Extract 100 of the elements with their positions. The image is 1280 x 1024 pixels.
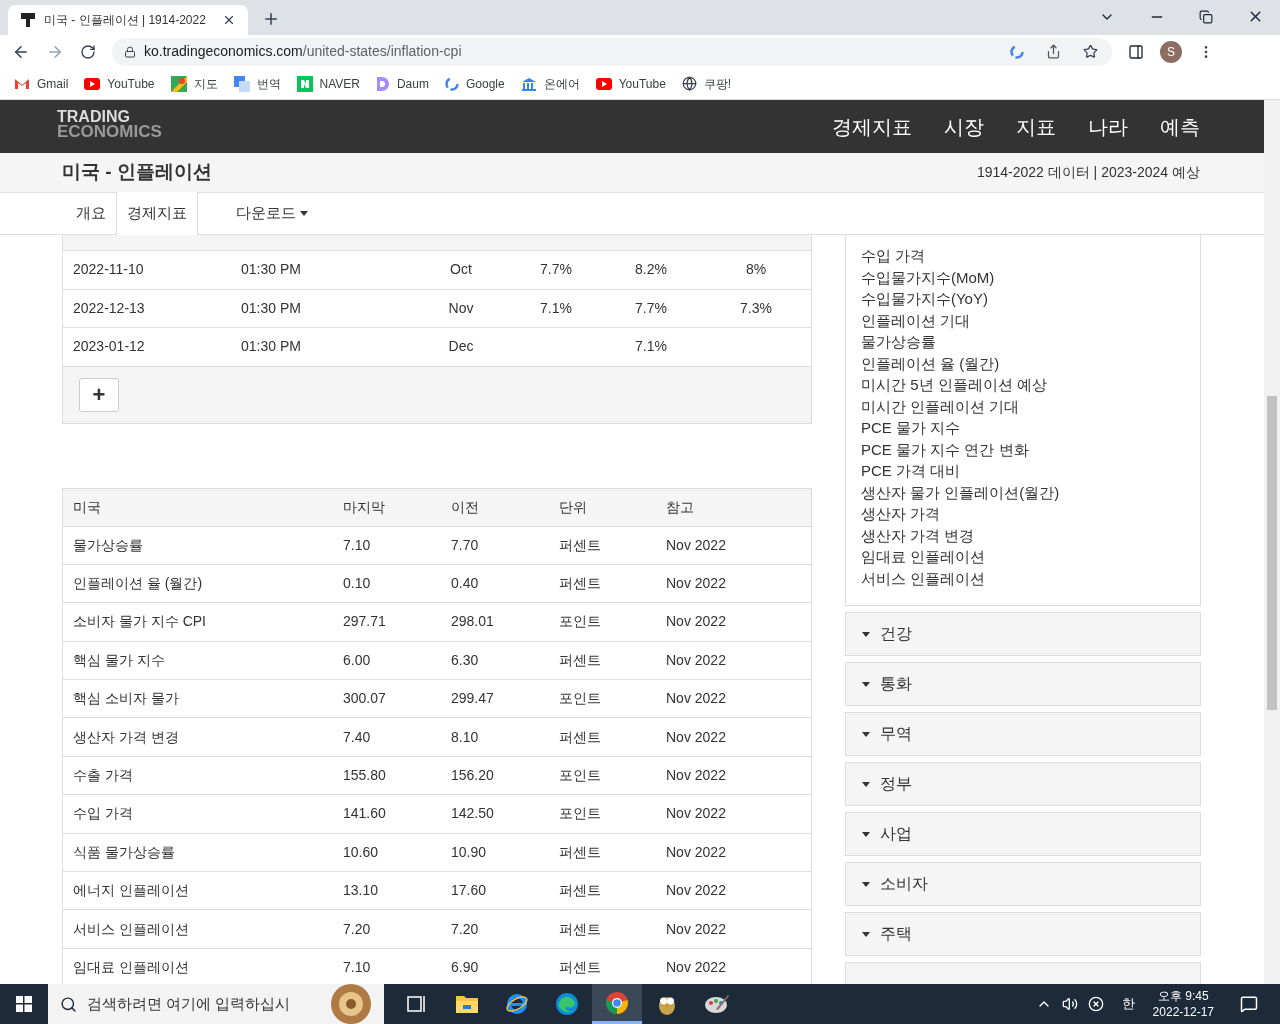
nav-link[interactable]: 시장 — [944, 111, 984, 142]
table-cell-text: 7.7% — [634, 298, 668, 318]
indicator-link[interactable]: 소비자 물가 지수 CPI — [63, 611, 343, 633]
caret-icon — [862, 931, 870, 937]
nav-link[interactable]: 경제지표 — [832, 111, 912, 142]
category-header[interactable]: 건강 — [845, 612, 1201, 656]
profile-avatar[interactable]: S — [1160, 40, 1182, 63]
category-header[interactable]: 사업 — [845, 812, 1201, 856]
column-header: 미국 — [72, 497, 102, 517]
nav-link[interactable]: 예측 — [1160, 111, 1200, 142]
bookmark-link[interactable]: 지도 — [170, 74, 218, 93]
table-cell-text: 297.71 — [343, 612, 387, 632]
table-cell-text: Nov 2022 — [666, 612, 727, 632]
indicator-link[interactable]: 에너지 인플레이션 — [63, 880, 343, 902]
table-cell-text: 7.10 — [343, 958, 372, 977]
column-header: 참고 — [666, 497, 695, 517]
bookmark-link[interactable]: NAVER — [296, 74, 360, 93]
indicator-link[interactable]: 인플레이션 율 (월간) — [861, 352, 1200, 374]
caret-icon — [862, 881, 870, 887]
bookmark-link[interactable]: 번역 — [233, 74, 281, 93]
indicator-link[interactable]: PCE 물가 지수 — [861, 417, 1200, 439]
bookmark-link[interactable]: Google — [444, 74, 505, 93]
new-tab-icon[interactable] — [262, 10, 280, 28]
tab-title: 미국 - 인플레이션 | 1914-2022 — [44, 12, 207, 29]
bookmark-link[interactable]: Gmail — [14, 74, 69, 93]
scrollbar[interactable] — [1264, 100, 1280, 984]
category-header[interactable]: 무역 — [845, 712, 1201, 756]
indicator-link[interactable]: 서비스 인플레이션 — [63, 918, 343, 940]
indicator-link[interactable]: 핵심 물가 지수 — [63, 649, 343, 671]
map-pin-icon — [170, 75, 187, 92]
category-header[interactable]: 통화 — [845, 662, 1201, 706]
reload-icon[interactable] — [80, 43, 96, 60]
indicator-link[interactable]: 생산자 물가 인플레이션(월간) — [861, 481, 1200, 503]
indicator-link[interactable]: 임대료 인플레이션 — [861, 546, 1200, 568]
network-error-icon[interactable] — [1087, 996, 1104, 1012]
indicator-link[interactable]: 물가상승률 — [63, 534, 343, 556]
indicator-link[interactable]: 미시간 인플레이션 기대 — [861, 395, 1200, 417]
indicator-link[interactable]: 임대료 인플레이션 — [63, 957, 343, 978]
page-tab[interactable]: 다운로드 — [226, 192, 318, 234]
clock[interactable]: 오후 9:45 2022-12-17 — [1152, 988, 1214, 1020]
table-cell-text: 155.80 — [343, 766, 387, 786]
taskbar-search-field[interactable]: 검색하려면 여기에 입력하십시 — [48, 984, 384, 1024]
share-icon[interactable] — [1046, 44, 1061, 59]
page-tab[interactable]: 개요 — [66, 192, 116, 234]
indicator-link[interactable]: 생산자 가격 변경 — [63, 726, 343, 748]
indicator-link[interactable]: 물가상승률 — [861, 331, 1200, 353]
close-icon[interactable] — [222, 13, 236, 27]
indicator-link[interactable]: 수입 가격 — [63, 803, 343, 825]
restore-icon[interactable] — [1199, 9, 1213, 24]
bookmark-link[interactable]: Daum — [375, 74, 429, 93]
indicator-link[interactable]: 수입물가지수(YoY) — [861, 288, 1200, 310]
indicator-link[interactable]: PCE 물가 지수 연간 변화 — [861, 438, 1200, 460]
table-cell-text: 300.07 — [343, 689, 387, 709]
table-cell-text: 7.1% — [634, 337, 668, 357]
site-logo[interactable]: TRADING ECONOMICS — [57, 108, 162, 139]
chrome-logo-icon — [605, 990, 629, 1015]
ime-indicator[interactable]: 한 — [1121, 994, 1135, 1014]
indicator-link[interactable]: 수입 가격 — [861, 245, 1200, 267]
table-cell-text: 01:30 PM — [241, 260, 302, 280]
table-cell-text: 141.60 — [343, 804, 387, 824]
nav-link[interactable]: 나라 — [1088, 111, 1128, 142]
indicator-link[interactable]: 핵심 소비자 물가 — [63, 688, 343, 710]
table-cell-text: 7.10 — [343, 535, 372, 555]
indicator-link[interactable]: 생산자 가격 — [861, 503, 1200, 525]
category-header[interactable]: 주택 — [845, 912, 1201, 956]
table-cell-text: 299.47 — [451, 689, 495, 709]
address-field[interactable]: ko.tradingeconomics.com/united-states/inflation-cpi — [112, 37, 1112, 66]
bookmark-link[interactable]: YouTube — [84, 74, 155, 93]
bookmark-link[interactable]: 쿠팡! — [681, 74, 732, 93]
indicator-link[interactable]: 미시간 5년 인플레이션 예상 — [861, 374, 1200, 396]
table-cell-text: 8.10 — [451, 727, 480, 747]
category-header[interactable]: 소비자 — [845, 862, 1201, 906]
speaker-icon[interactable] — [1061, 996, 1078, 1012]
bookmark-link[interactable]: YouTube — [595, 74, 666, 93]
translate-icon — [233, 75, 250, 92]
category-header[interactable]: 정부 — [845, 762, 1201, 806]
indicator-link[interactable]: PCE 가격 대비 — [861, 460, 1200, 482]
caret-icon — [862, 681, 870, 687]
nav-link[interactable]: 지표 — [1016, 111, 1056, 142]
browser-tab[interactable]: 미국 - 인플레이션 | 1914-2022 — [8, 5, 248, 35]
google-g-icon[interactable] — [1010, 44, 1024, 59]
bookmark-link[interactable]: 온에어 — [520, 74, 580, 93]
page-tab[interactable]: 경제지표 — [116, 192, 198, 235]
caret-icon — [862, 631, 870, 637]
indicator-link[interactable]: 식품 물가상승률 — [63, 841, 343, 863]
google-g-icon — [444, 76, 459, 91]
table-cell-text: 포인트 — [559, 689, 602, 709]
indicator-link[interactable]: 수출 가격 — [63, 765, 343, 787]
add-button[interactable]: + — [79, 377, 119, 412]
indicator-link[interactable]: 서비스 인플레이션 — [861, 567, 1200, 589]
side-panel-icon[interactable] — [1128, 43, 1144, 60]
indicator-link[interactable]: 생산자 가격 변경 — [861, 524, 1200, 546]
indicator-link[interactable]: 수입물가지수(MoM) — [861, 266, 1200, 288]
windows-logo-icon[interactable] — [16, 996, 32, 1012]
table-cell-text: 7.3% — [739, 298, 773, 318]
indicator-link[interactable]: 인플레이션 기대 — [861, 309, 1200, 331]
indicator-link[interactable]: 인플레이션 율 (월간) — [63, 573, 343, 595]
table-cell-text: 퍼센트 — [559, 881, 602, 901]
star-icon[interactable] — [1083, 44, 1098, 59]
notification-icon[interactable] — [1240, 995, 1258, 1013]
